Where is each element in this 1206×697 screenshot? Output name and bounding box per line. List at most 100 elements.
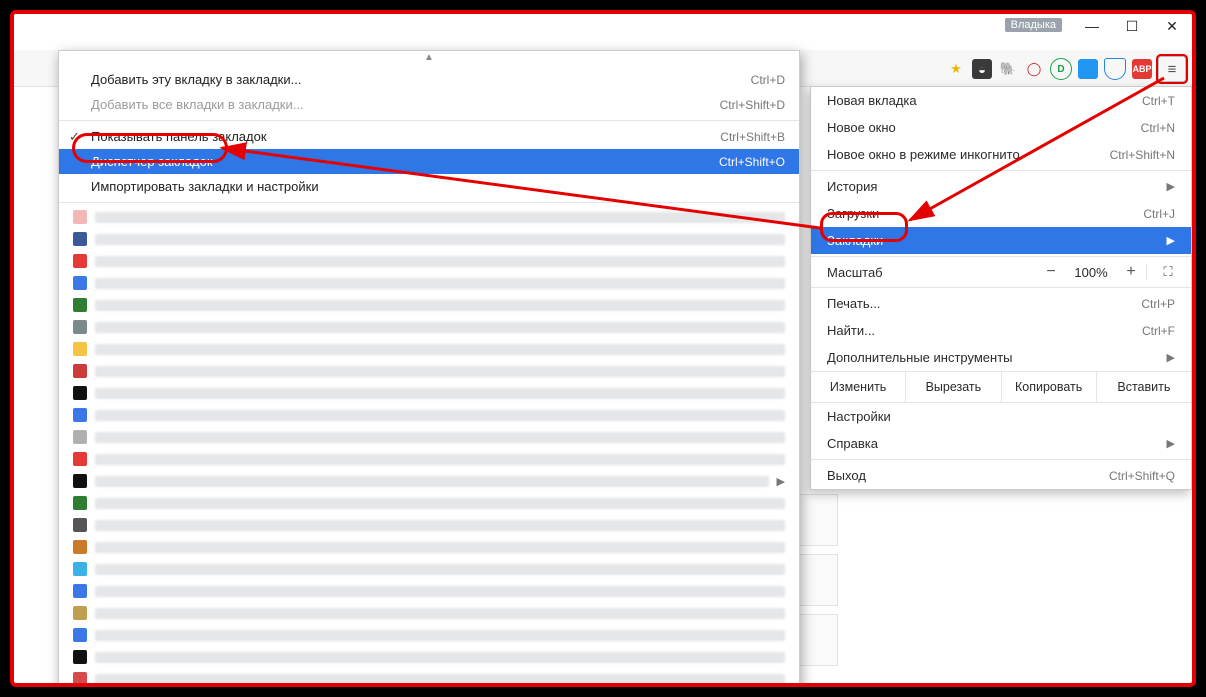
menu-item-label: Справка xyxy=(827,436,878,451)
ublock-icon[interactable]: D xyxy=(1050,58,1072,80)
favicon-icon xyxy=(73,584,87,598)
menu-separator xyxy=(59,202,799,203)
menu-item[interactable]: Выход Ctrl+Shift+Q xyxy=(811,462,1191,489)
bookmark-item[interactable] xyxy=(59,624,799,646)
menu-shortcut: Ctrl+Shift+O xyxy=(719,155,785,169)
window-titlebar: Владыка — ☐ ✕ xyxy=(14,14,1192,42)
drop-icon[interactable] xyxy=(1104,58,1126,80)
bookmark-item[interactable] xyxy=(59,448,799,470)
menu-item[interactable]: Настройки xyxy=(811,403,1191,430)
bookmark-item[interactable] xyxy=(59,294,799,316)
extension-icons: ★ ◒ 🐘 ◯ D ABP ≡ xyxy=(946,56,1186,82)
favicon-icon xyxy=(73,496,87,510)
bookmark-item[interactable] xyxy=(59,250,799,272)
browser-window: Владыка — ☐ ✕ ★ ◒ 🐘 ◯ D ABP ≡ Новая вкла… xyxy=(10,10,1196,687)
adblock-icon[interactable]: ABP xyxy=(1132,59,1152,79)
bookmark-item[interactable] xyxy=(59,382,799,404)
menu-item[interactable]: Дополнительные инструменты▶ xyxy=(811,344,1191,371)
bookmark-title-blurred xyxy=(95,608,785,619)
bookmark-item[interactable] xyxy=(59,426,799,448)
paste-button[interactable]: Вставить xyxy=(1096,372,1191,402)
favicon-icon xyxy=(73,210,87,224)
bookmark-item[interactable] xyxy=(59,206,799,228)
zoom-out-button[interactable]: − xyxy=(1036,263,1066,281)
submenu-item[interactable]: Импортировать закладки и настройки xyxy=(59,174,799,199)
bookmark-title-blurred xyxy=(95,454,785,465)
bookmark-item[interactable] xyxy=(59,558,799,580)
menu-item[interactable]: Новое окно в режиме инкогнитоCtrl+Shift+… xyxy=(811,141,1191,168)
favicon-icon xyxy=(73,232,87,246)
window-minimize-button[interactable]: — xyxy=(1072,14,1112,38)
menu-separator xyxy=(811,287,1191,288)
bookmark-item[interactable] xyxy=(59,360,799,382)
bookmark-item[interactable] xyxy=(59,316,799,338)
menu-shortcut: Ctrl+T xyxy=(1142,94,1175,108)
menu-separator xyxy=(811,459,1191,460)
menu-shortcut: Ctrl+Shift+N xyxy=(1110,148,1175,162)
bookmark-item[interactable] xyxy=(59,602,799,624)
submenu-item[interactable]: ✓Показывать панель закладокCtrl+Shift+B xyxy=(59,124,799,149)
menu-shortcut: Ctrl+N xyxy=(1141,121,1175,135)
bookmark-item[interactable] xyxy=(59,646,799,668)
bookmark-item[interactable] xyxy=(59,404,799,426)
favicon-icon xyxy=(73,650,87,664)
favicon-icon xyxy=(73,606,87,620)
menu-item[interactable]: Найти...Ctrl+F xyxy=(811,317,1191,344)
window-close-button[interactable]: ✕ xyxy=(1152,14,1192,38)
bookmark-item[interactable] xyxy=(59,668,799,687)
menu-item[interactable]: Справка▶ xyxy=(811,430,1191,457)
bookmark-title-blurred xyxy=(95,432,785,443)
window-maximize-button[interactable]: ☐ xyxy=(1112,14,1152,38)
bookmark-title-blurred xyxy=(95,630,785,641)
menu-item-label: Выход xyxy=(827,468,866,483)
submenu-item-label: Добавить эту вкладку в закладки... xyxy=(91,72,301,87)
menu-item-label: История xyxy=(827,179,877,194)
cut-button[interactable]: Вырезать xyxy=(905,372,1000,402)
bookmark-item[interactable] xyxy=(59,338,799,360)
bookmark-title-blurred xyxy=(95,212,785,223)
menu-item-label: Загрузки xyxy=(827,206,879,221)
menu-item[interactable]: ЗагрузкиCtrl+J xyxy=(811,200,1191,227)
zoom-value: 100% xyxy=(1066,265,1116,280)
bookmark-item[interactable] xyxy=(59,536,799,558)
favicon-icon xyxy=(73,298,87,312)
menu-item[interactable]: Новая вкладкаCtrl+T xyxy=(811,87,1191,114)
zoom-in-button[interactable]: + xyxy=(1116,263,1146,281)
main-menu-button[interactable]: ≡ xyxy=(1158,56,1186,82)
menu-item[interactable]: История ▶ xyxy=(811,173,1191,200)
opera-icon[interactable]: ◯ xyxy=(1024,59,1044,79)
menu-item[interactable]: Закладки▶ xyxy=(811,227,1191,254)
favicon-icon xyxy=(73,474,87,488)
copy-button[interactable]: Копировать xyxy=(1001,372,1096,402)
submenu-item-label: Диспетчер закладок xyxy=(91,154,213,169)
fullscreen-button[interactable]: ⛶ xyxy=(1146,264,1181,280)
bookmark-item[interactable]: ▶ xyxy=(59,470,799,492)
menu-item[interactable]: Новое окноCtrl+N xyxy=(811,114,1191,141)
bookmark-item[interactable] xyxy=(59,514,799,536)
bookmark-item[interactable] xyxy=(59,492,799,514)
scroll-up-arrow[interactable]: ▲ xyxy=(59,51,799,67)
menu-shortcut: Ctrl+Shift+Q xyxy=(1109,469,1175,483)
submenu-item[interactable]: Добавить эту вкладку в закладки...Ctrl+D xyxy=(59,67,799,92)
extension-icon[interactable] xyxy=(1078,59,1098,79)
bookmark-title-blurred xyxy=(95,498,785,509)
evernote-icon[interactable]: 🐘 xyxy=(998,59,1018,79)
submenu-arrow-icon: ▶ xyxy=(1167,180,1175,193)
bookmark-star-icon[interactable]: ★ xyxy=(946,59,966,79)
pocket-icon[interactable]: ◒ xyxy=(972,59,992,79)
profile-badge[interactable]: Владыка xyxy=(1005,18,1062,32)
bookmark-item[interactable] xyxy=(59,580,799,602)
bookmarks-submenu: ▲ Добавить эту вкладку в закладки...Ctrl… xyxy=(58,50,800,687)
menu-item[interactable]: Печать...Ctrl+P xyxy=(811,290,1191,317)
bookmark-item[interactable] xyxy=(59,272,799,294)
menu-shortcut: Ctrl+Shift+D xyxy=(720,98,785,112)
bookmark-item[interactable] xyxy=(59,228,799,250)
favicon-icon xyxy=(73,342,87,356)
submenu-item[interactable]: Добавить все вкладки в закладки...Ctrl+S… xyxy=(59,92,799,117)
bookmark-title-blurred xyxy=(95,564,785,575)
bookmark-title-blurred xyxy=(95,476,769,487)
menu-separator xyxy=(811,256,1191,257)
favicon-icon xyxy=(73,276,87,290)
submenu-item[interactable]: Диспетчер закладок Ctrl+Shift+O xyxy=(59,149,799,174)
menu-item-label: Дополнительные инструменты xyxy=(827,350,1013,365)
